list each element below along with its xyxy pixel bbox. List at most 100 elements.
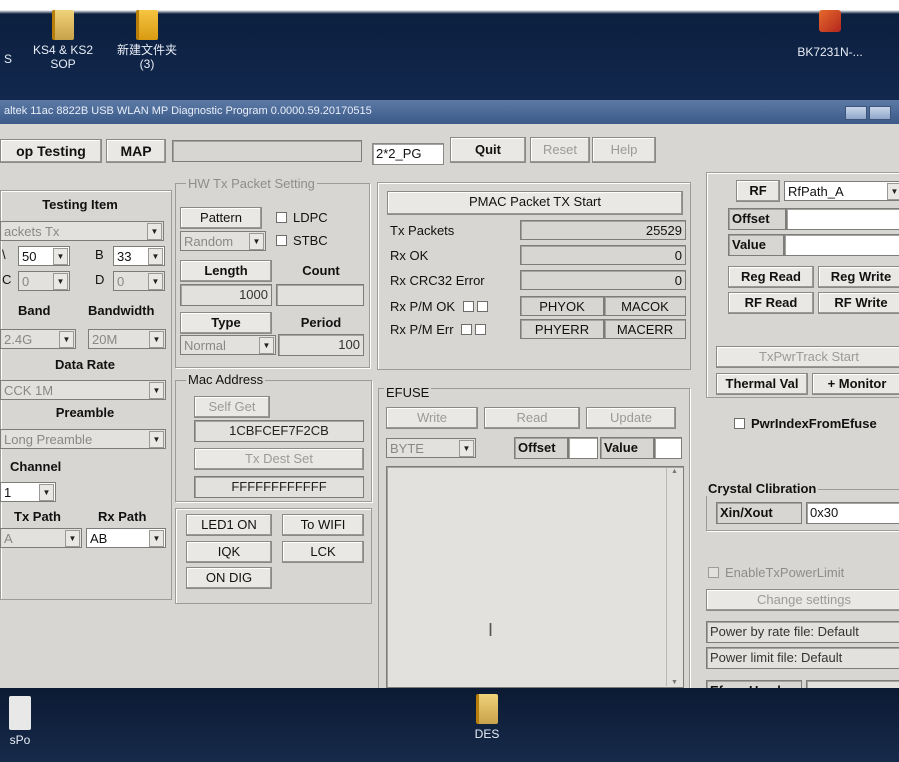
reg-read-button[interactable]: Reg Read <box>728 266 814 288</box>
help-button[interactable]: Help <box>592 137 656 163</box>
rx-pm-ok-row: Rx P/M OK <box>390 299 494 314</box>
channel-a-select[interactable]: 50 ▼ <box>18 246 70 266</box>
self-get-button[interactable]: Self Get <box>194 396 270 418</box>
count-field[interactable] <box>276 284 364 306</box>
window-title: altek 11ac 8822B USB WLAN MP Diagnostic … <box>0 100 899 124</box>
data-rate-select[interactable]: CCK 1M ▼ <box>0 380 166 400</box>
efuse-mode-value: BYTE <box>390 441 424 456</box>
rf-path-select[interactable]: RfPath_A ▼ <box>784 181 899 201</box>
stbc-checkbox[interactable]: STBC <box>276 233 328 248</box>
chevron-down-icon: ▼ <box>149 331 164 348</box>
channel-b-select[interactable]: 33 ▼ <box>113 246 165 266</box>
monitor-button[interactable]: + Monitor <box>812 373 899 395</box>
data-rate-value: CCK 1M <box>4 383 54 398</box>
rf-read-button[interactable]: RF Read <box>728 292 814 314</box>
on-dig-button[interactable]: ON DIG <box>186 567 272 589</box>
efuse-scrollbar[interactable]: ▲ ▼ <box>666 468 682 686</box>
efuse-update-button[interactable]: Update <box>586 407 676 429</box>
desktop-icon-ks4-ks2-sop[interactable]: KS4 & KS2 SOP <box>18 10 108 71</box>
type-button[interactable]: Type <box>180 312 272 334</box>
tx-dest-set-button[interactable]: Tx Dest Set <box>194 448 364 470</box>
rx-path-select[interactable]: AB ▼ <box>86 528 166 548</box>
tab-map[interactable]: MAP <box>106 139 166 163</box>
iqk-button[interactable]: IQK <box>186 541 272 563</box>
efuse-offset-field[interactable] <box>568 437 598 459</box>
maximize-button[interactable] <box>869 106 891 120</box>
desktop-icon-label: sPo <box>9 733 31 747</box>
desktop-icon-des[interactable]: DES <box>462 694 512 741</box>
chevron-down-icon: ▼ <box>148 273 163 290</box>
led1-on-button[interactable]: LED1 ON <box>186 514 272 536</box>
quit-button[interactable]: Quit <box>450 137 526 163</box>
length-button[interactable]: Length <box>180 260 272 282</box>
to-wifi-button[interactable]: To WIFI <box>282 514 364 536</box>
channel-c-value: 0 <box>22 274 30 289</box>
lck-button[interactable]: LCK <box>282 541 364 563</box>
desktop-icon-bk7231n[interactable]: BK7231N-... <box>780 10 880 59</box>
ldpc-checkbox[interactable]: LDPC <box>276 210 328 225</box>
checkbox-icon[interactable] <box>461 324 473 335</box>
tx-path-select[interactable]: A ▼ <box>0 528 82 548</box>
count-label: Count <box>302 263 340 278</box>
chevron-down-icon: ▼ <box>53 273 68 290</box>
channel-d-select[interactable]: 0 ▼ <box>113 271 165 291</box>
rx-ok-value: 0 <box>520 245 686 265</box>
pmac-tx-start-button[interactable]: PMAC Packet TX Start <box>387 191 683 215</box>
change-settings-button[interactable]: Change settings <box>706 589 899 611</box>
reset-button[interactable]: Reset <box>530 137 590 163</box>
length-field[interactable]: 1000 <box>180 284 272 306</box>
type-select[interactable]: Normal ▼ <box>180 335 276 355</box>
thermal-val-button[interactable]: Thermal Val <box>716 373 808 395</box>
reg-write-button[interactable]: Reg Write <box>818 266 899 288</box>
desktop-icon-label-2: SOP <box>50 57 76 71</box>
rf-offset-label: Offset <box>728 208 786 230</box>
mode-field[interactable]: 2*2_PG <box>372 143 444 165</box>
dest-address-field[interactable]: FFFFFFFFFFFF <box>194 476 364 498</box>
rf-offset-field[interactable] <box>786 208 899 230</box>
period-label: Period <box>300 315 342 330</box>
pattern-button[interactable]: Pattern <box>180 207 262 229</box>
channel-d-value: 0 <box>117 274 125 289</box>
efuse-read-button[interactable]: Read <box>484 407 580 429</box>
preamble-select[interactable]: Long Preamble ▼ <box>0 429 166 449</box>
folder-icon <box>136 10 158 40</box>
band-select[interactable]: 2.4G ▼ <box>0 329 76 349</box>
rf-write-button[interactable]: RF Write <box>818 292 899 314</box>
efuse-write-button[interactable]: Write <box>386 407 478 429</box>
efuse-output-text-area[interactable] <box>386 466 684 688</box>
data-rate-label: Data Rate <box>55 357 115 372</box>
desktop-icon-spo[interactable]: sPo <box>0 696 40 747</box>
pattern-select[interactable]: Random ▼ <box>180 231 266 251</box>
phy-err-field: PHYERR <box>520 319 604 339</box>
period-field[interactable]: 100 <box>278 334 364 356</box>
bandwidth-value: 20M <box>92 332 118 347</box>
enable-txpower-limit-checkbox[interactable]: EnableTxPowerLimit <box>708 565 844 580</box>
checkbox-icon[interactable] <box>476 301 488 312</box>
rx-path-label: Rx Path <box>98 509 147 524</box>
channel-c-select[interactable]: 0 ▼ <box>18 271 70 291</box>
efuse-value-field[interactable] <box>654 437 682 459</box>
rf-value-field[interactable] <box>784 234 899 256</box>
rx-path-value: AB <box>90 531 108 546</box>
xin-xout-field[interactable]: 0x30 <box>806 502 899 524</box>
efuse-mode-select[interactable]: BYTE ▼ <box>386 438 476 458</box>
self-address-field[interactable]: 1CBFCEF7F2CB <box>194 420 364 442</box>
rf-button[interactable]: RF <box>736 180 780 202</box>
chevron-down-icon: ▼ <box>59 331 74 348</box>
type-value: Normal <box>184 338 226 353</box>
desktop-icon-partial[interactable]: S <box>0 14 16 66</box>
checkbox-icon[interactable] <box>475 324 487 335</box>
hw-tx-packet-title: HW Tx Packet Setting <box>186 176 317 191</box>
channel-select[interactable]: 1 ▼ <box>0 482 56 502</box>
testing-item-select[interactable]: ackets Tx ▼ <box>0 221 164 241</box>
checkbox-icon[interactable] <box>462 301 474 312</box>
minimize-button[interactable] <box>845 106 867 120</box>
desktop-icon-new-folder[interactable]: 新建文件夹 (3) <box>108 10 186 71</box>
ldpc-label: LDPC <box>293 210 328 225</box>
tab-loop-testing[interactable]: op Testing <box>0 139 102 163</box>
txpwr-track-button[interactable]: TxPwrTrack Start <box>716 346 899 368</box>
bandwidth-select[interactable]: 20M ▼ <box>88 329 166 349</box>
channel-value: 1 <box>4 485 12 500</box>
pwr-index-from-efuse-checkbox[interactable]: PwrIndexFromEfuse <box>734 416 877 431</box>
rx-crc32-value: 0 <box>520 270 686 290</box>
